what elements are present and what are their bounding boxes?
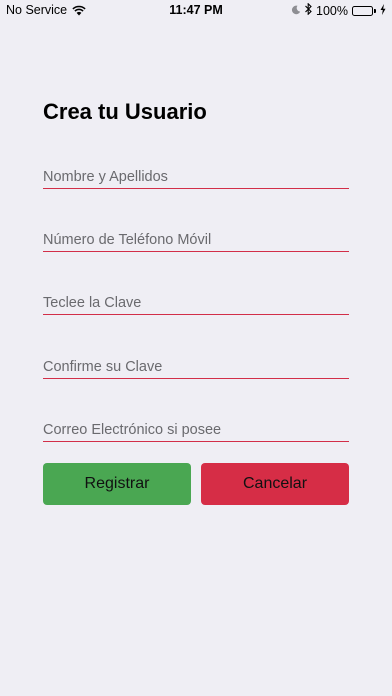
battery-icon: [352, 5, 376, 16]
full-name-field-container: [43, 166, 349, 189]
bluetooth-icon: [305, 2, 312, 18]
cancel-button[interactable]: Cancelar: [201, 463, 349, 505]
email-field-container: [43, 419, 349, 442]
phone-field-container: [43, 229, 349, 252]
confirm-password-field[interactable]: [43, 356, 349, 378]
phone-field[interactable]: [43, 229, 349, 251]
moon-icon: [291, 4, 301, 18]
register-button[interactable]: Registrar: [43, 463, 191, 505]
email-field[interactable]: [43, 419, 349, 441]
page-title: Crea tu Usuario: [43, 99, 207, 124]
battery-percent: 100%: [316, 3, 348, 18]
confirm-password-field-container: [43, 356, 349, 379]
charging-bolt-icon: [380, 3, 386, 18]
password-field-container: [43, 292, 349, 315]
password-field[interactable]: [43, 292, 349, 314]
status-bar: No Service 11:47 PM 100%: [0, 0, 392, 20]
full-name-field[interactable]: [43, 166, 349, 188]
status-right-group: 100%: [291, 2, 386, 18]
